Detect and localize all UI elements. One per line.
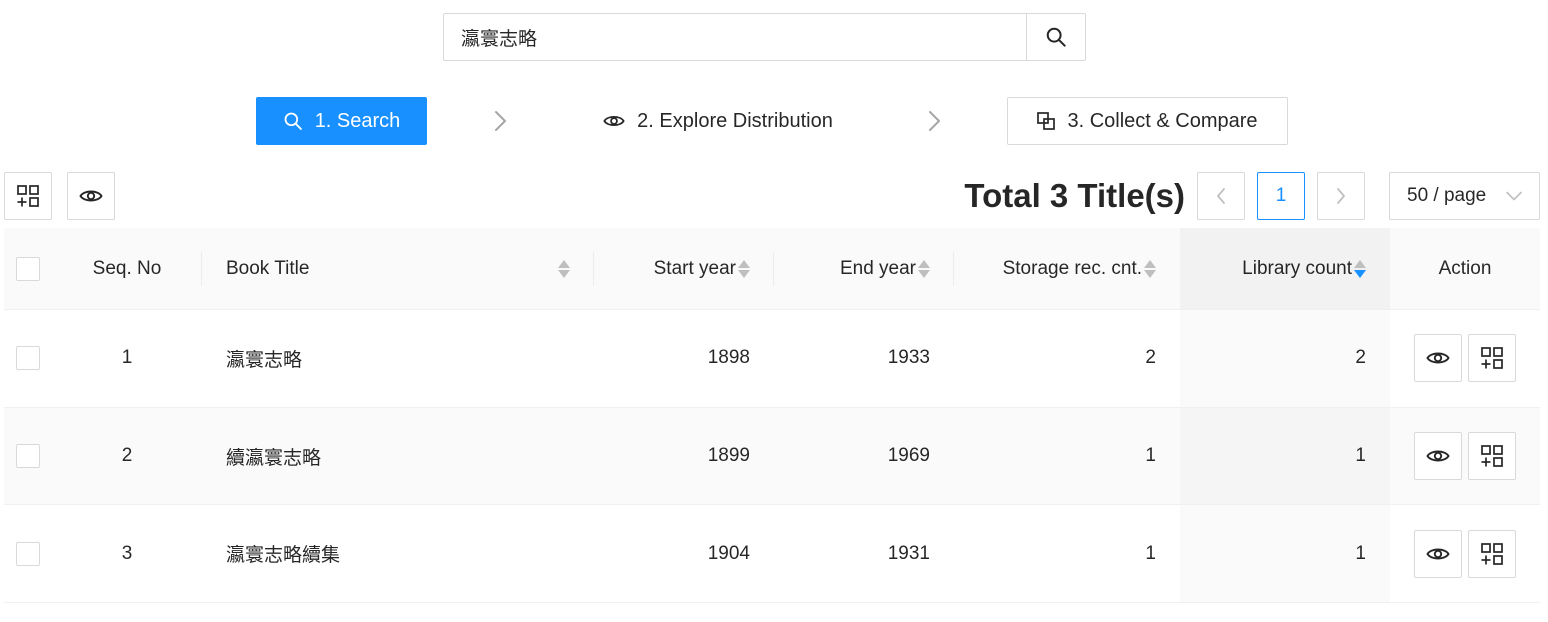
column-header-seq: Seq. No (52, 228, 202, 309)
search-bar (443, 13, 1086, 61)
column-label: Start year (653, 257, 736, 279)
row-select-cell (4, 505, 52, 602)
row-checkbox[interactable] (16, 346, 40, 371)
start-year-cell: 1904 (707, 542, 750, 564)
eye-icon (603, 113, 625, 129)
end-year-cell: 1931 (887, 542, 930, 564)
eye-icon (1426, 350, 1450, 366)
sort-icon (1144, 259, 1156, 278)
storage-count-cell: 2 (1145, 347, 1156, 369)
next-page-button[interactable] (1317, 172, 1365, 220)
search-input[interactable] (443, 13, 1026, 61)
sort-icon (918, 259, 930, 278)
view-selected-button[interactable] (67, 172, 115, 220)
collect-button[interactable] (1468, 529, 1516, 578)
start-year-cell: 1899 (707, 445, 750, 467)
library-count-cell: 2 (1180, 310, 1390, 407)
total-count-title: Total 3 Title(s) (964, 177, 1185, 214)
chevron-left-icon (1215, 187, 1227, 205)
action-cell (1390, 310, 1540, 407)
eye-icon (1426, 546, 1450, 562)
row-checkbox[interactable] (16, 541, 40, 566)
storage-count-cell: 1 (1145, 445, 1156, 467)
page-size-select[interactable]: 50 / page (1389, 172, 1540, 220)
end-year-cell: 1933 (887, 347, 930, 369)
column-label: Action (1438, 257, 1492, 279)
eye-icon (1426, 448, 1450, 464)
chevron-down-icon (1506, 191, 1522, 201)
collect-add-icon (1480, 346, 1504, 370)
column-header-storage-count[interactable]: Storage rec. cnt. (954, 228, 1180, 309)
view-button[interactable] (1414, 432, 1462, 481)
view-button[interactable] (1414, 529, 1462, 578)
row-checkbox[interactable] (16, 444, 40, 469)
compare-icon (1037, 112, 1056, 130)
table-header: Seq. No Book Title Start year End year S… (4, 228, 1540, 310)
book-title-cell: 瀛寰志略續集 (226, 544, 341, 567)
prev-page-button[interactable] (1197, 172, 1245, 220)
collect-add-icon (1480, 444, 1504, 468)
table-row: 3 瀛寰志略續集 1904 1931 1 1 (4, 505, 1540, 604)
select-all-checkbox[interactable] (16, 256, 40, 281)
seq-cell: 1 (121, 347, 133, 369)
column-label: Storage rec. cnt. (1002, 257, 1142, 279)
sort-descending-icon (1354, 259, 1366, 278)
storage-count-cell: 1 (1145, 542, 1156, 564)
view-button[interactable] (1414, 334, 1462, 383)
page-number: 1 (1275, 185, 1287, 206)
search-icon (283, 111, 303, 131)
book-title-cell: 續瀛寰志略 (226, 446, 322, 469)
column-label: End year (839, 257, 916, 279)
seq-cell: 2 (121, 445, 133, 467)
chevron-right-icon (491, 110, 509, 132)
end-year-cell: 1969 (887, 445, 930, 467)
step-search[interactable]: 1. Search (256, 97, 427, 145)
book-title-cell: 瀛寰志略 (226, 348, 303, 371)
column-header-end-year[interactable]: End year (774, 228, 954, 309)
collect-add-icon (16, 184, 40, 208)
column-header-start-year[interactable]: Start year (594, 228, 774, 309)
page-size-value: 50 / page (1407, 185, 1487, 206)
step-label: 2. Explore Distribution (637, 109, 833, 132)
search-icon (1045, 26, 1067, 48)
library-count-cell: 1 (1180, 407, 1390, 505)
column-label: Seq. No (92, 257, 162, 279)
seq-cell: 3 (121, 542, 133, 564)
step-collect-compare[interactable]: 3. Collect & Compare (1007, 97, 1288, 145)
collect-button[interactable] (1468, 334, 1516, 383)
select-all-cell (4, 228, 52, 309)
step-label: 1. Search (314, 109, 401, 132)
step-explore-distribution[interactable]: 2. Explore Distribution (588, 97, 848, 145)
chevron-right-icon (1335, 187, 1347, 205)
row-select-cell (4, 408, 52, 505)
search-button[interactable] (1026, 13, 1086, 61)
collect-add-icon (1480, 542, 1504, 566)
column-header-action: Action (1390, 228, 1540, 309)
column-label: Book Title (226, 257, 310, 279)
eye-icon (79, 188, 103, 204)
step-label: 3. Collect & Compare (1067, 109, 1258, 132)
start-year-cell: 1898 (707, 347, 750, 369)
table-row: 1 瀛寰志略 1898 1933 2 2 (4, 310, 1540, 408)
action-cell (1390, 505, 1540, 602)
sort-icon (558, 259, 570, 278)
collect-button[interactable] (1468, 432, 1516, 481)
library-count-cell: 1 (1180, 505, 1390, 603)
sort-icon (738, 259, 750, 278)
column-header-title[interactable]: Book Title (202, 228, 594, 309)
table-row: 2 續瀛寰志略 1899 1969 1 1 (4, 407, 1540, 506)
collect-selected-button[interactable] (4, 172, 52, 220)
row-select-cell (4, 310, 52, 407)
page-1-button[interactable]: 1 (1257, 172, 1305, 220)
column-label: Library count (1242, 257, 1352, 279)
titles-table: Seq. No Book Title Start year End year S… (4, 228, 1540, 604)
action-cell (1390, 408, 1540, 505)
chevron-right-icon (925, 110, 943, 132)
column-header-library-count[interactable]: Library count (1180, 228, 1390, 309)
